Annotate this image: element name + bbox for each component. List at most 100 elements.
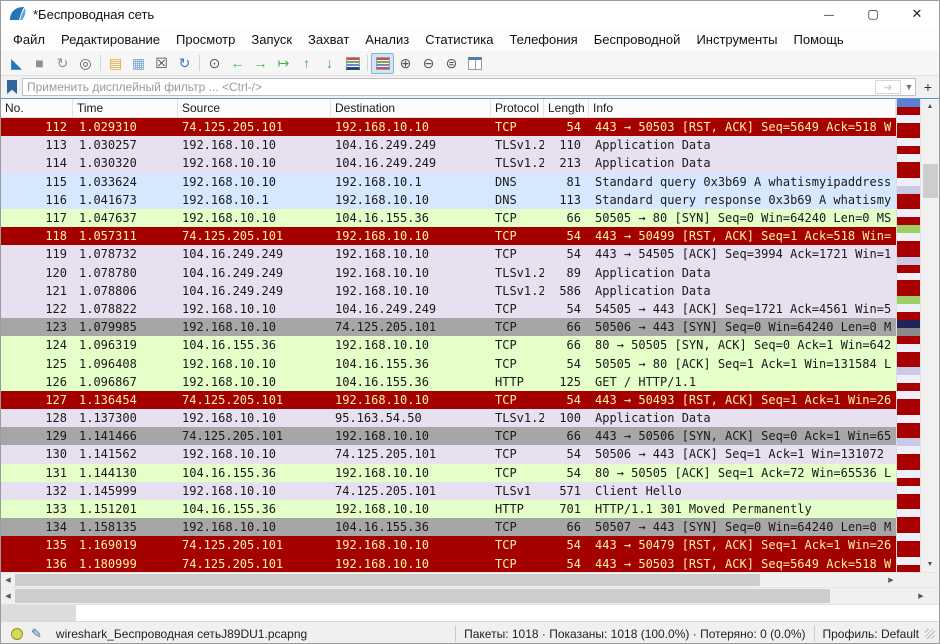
scroll-right-icon[interactable] — [914, 592, 928, 600]
capture-filename: wireshark_Беспроводная сетьJ89DU1.pcapng — [56, 627, 307, 641]
column-header-protocol[interactable]: Protocol — [491, 99, 544, 117]
capture-options-icon[interactable]: ◎ — [74, 53, 97, 74]
column-header-length[interactable]: Length — [544, 99, 589, 117]
profile-label[interactable]: Профиль: Default — [823, 627, 920, 641]
filter-dropdown-button[interactable] — [903, 82, 915, 92]
menu-item[interactable]: Файл — [5, 30, 53, 49]
hscroll-thumb-2[interactable] — [15, 589, 830, 603]
packet-row[interactable]: 1201.078780104.16.249.249192.168.10.10TL… — [1, 264, 896, 282]
close-button[interactable] — [895, 1, 939, 27]
packet-row[interactable]: 1161.041673192.168.10.1192.168.10.10DNS1… — [1, 191, 896, 209]
packet-row[interactable]: 1231.079985192.168.10.1074.125.205.101TC… — [1, 318, 896, 336]
packet-row[interactable]: 1331.151201104.16.155.36192.168.10.10HTT… — [1, 500, 896, 518]
go-first-icon[interactable]: ↑ — [295, 53, 318, 74]
zoom-out-icon[interactable]: ⊖ — [417, 53, 440, 74]
vertical-scroll-thumb[interactable] — [923, 164, 938, 198]
packet-row[interactable]: 1141.030320192.168.10.10104.16.249.249TL… — [1, 154, 896, 172]
packet-row[interactable]: 1131.030257192.168.10.10104.16.249.249TL… — [1, 136, 896, 154]
auto-scroll-icon[interactable] — [341, 53, 364, 74]
hscroll-thumb-1[interactable] — [15, 574, 760, 586]
pane-hscrollbar[interactable] — [1, 588, 928, 604]
zoom-original-icon[interactable]: ⊜ — [440, 53, 463, 74]
menu-item[interactable]: Статистика — [417, 30, 501, 49]
packet-row[interactable]: 1151.033624192.168.10.10192.168.10.1DNS8… — [1, 173, 896, 191]
packet-row[interactable]: 1321.145999192.168.10.1074.125.205.101TL… — [1, 482, 896, 500]
scroll-left-icon[interactable] — [1, 592, 15, 600]
menu-item[interactable]: Редактирование — [53, 30, 168, 49]
restart-capture-icon[interactable]: ↻ — [51, 53, 74, 74]
menu-item[interactable]: Просмотр — [168, 30, 243, 49]
packet-row[interactable]: 1251.096408192.168.10.10104.16.155.36TCP… — [1, 354, 896, 372]
go-forward-icon[interactable]: → — [249, 53, 272, 74]
packet-row[interactable]: 1221.078822192.168.10.10104.16.249.249TC… — [1, 300, 896, 318]
packet-row[interactable]: 1211.078806104.16.249.249192.168.10.10TL… — [1, 282, 896, 300]
packet-row[interactable]: 1351.16901974.125.205.101192.168.10.10TC… — [1, 536, 896, 554]
column-header-destination[interactable]: Destination — [331, 99, 491, 117]
packet-cell: 192.168.10.10 — [178, 211, 331, 225]
resize-grip[interactable] — [925, 629, 935, 639]
save-file-icon[interactable]: ▦ — [127, 53, 150, 74]
close-file-icon[interactable]: ☒ — [150, 53, 173, 74]
go-last-icon[interactable]: ↓ — [318, 53, 341, 74]
filter-bookmark-icon[interactable] — [7, 80, 17, 94]
vertical-scrollbar[interactable] — [920, 99, 939, 572]
scroll-down-icon[interactable] — [921, 557, 939, 572]
packet-row[interactable]: 1191.078732104.16.249.249192.168.10.10TC… — [1, 245, 896, 263]
zoom-in-icon[interactable]: ⊕ — [394, 53, 417, 74]
stop-capture-icon[interactable]: ■ — [28, 53, 51, 74]
start-capture-icon[interactable]: ◣ — [5, 53, 28, 74]
minimize-button[interactable] — [807, 1, 851, 27]
menu-item[interactable]: Захват — [300, 30, 357, 49]
packet-cell: 1.079985 — [73, 320, 178, 334]
add-filter-button[interactable] — [920, 78, 936, 96]
packet-hscrollbar[interactable] — [1, 573, 898, 587]
hscroll-track-2[interactable] — [15, 588, 914, 604]
packet-row[interactable]: 1341.158135192.168.10.10104.16.155.36TCP… — [1, 518, 896, 536]
vertical-scroll-track[interactable] — [921, 114, 939, 557]
packet-row[interactable]: 1291.14146674.125.205.101192.168.10.10TC… — [1, 427, 896, 445]
menu-item[interactable]: Запуск — [243, 30, 300, 49]
packet-row[interactable]: 1261.096867192.168.10.10104.16.155.36HTT… — [1, 373, 896, 391]
packet-cell: 1.078806 — [73, 284, 178, 298]
packet-cell: 132 — [1, 484, 73, 498]
find-packet-icon[interactable]: ⊙ — [203, 53, 226, 74]
maximize-icon — [867, 7, 878, 21]
menu-item[interactable]: Помощь — [786, 30, 852, 49]
scroll-right-icon[interactable] — [884, 576, 898, 584]
menu-item[interactable]: Анализ — [357, 30, 417, 49]
scroll-left-icon[interactable] — [1, 576, 15, 584]
go-back-icon[interactable]: ← — [226, 53, 249, 74]
maximize-button[interactable] — [851, 1, 895, 27]
packet-row[interactable]: 1301.141562192.168.10.1074.125.205.101TC… — [1, 445, 896, 463]
display-filter-input[interactable] — [23, 80, 875, 94]
reload-file-icon[interactable]: ↻ — [173, 53, 196, 74]
packet-row[interactable]: 1241.096319104.16.155.36192.168.10.10TCP… — [1, 336, 896, 354]
scroll-up-icon[interactable] — [921, 99, 939, 114]
expert-info-icon[interactable] — [11, 628, 23, 640]
packet-row[interactable]: 1311.144130104.16.155.36192.168.10.10TCP… — [1, 464, 896, 482]
open-file-icon[interactable]: ▤ — [104, 53, 127, 74]
apply-filter-button[interactable] — [875, 80, 901, 94]
capture-comment-icon[interactable] — [31, 626, 42, 642]
column-header-source[interactable]: Source — [178, 99, 331, 117]
colorize-icon[interactable] — [371, 53, 394, 74]
menu-item[interactable]: Инструменты — [688, 30, 785, 49]
column-header-info[interactable]: Info — [589, 99, 896, 117]
go-to-packet-icon[interactable]: ↦ — [272, 53, 295, 74]
packet-row[interactable]: 1361.18099974.125.205.101192.168.10.10TC… — [1, 555, 896, 573]
menu-item[interactable]: Телефония — [501, 30, 585, 49]
packet-row[interactable]: 1271.13645474.125.205.101192.168.10.10TC… — [1, 391, 896, 409]
menu-item[interactable]: Беспроводной — [586, 30, 689, 49]
menu-bar: ФайлРедактированиеПросмотрЗапускЗахватАн… — [1, 27, 939, 51]
packet-row[interactable]: 1171.047637192.168.10.10104.16.155.36TCP… — [1, 209, 896, 227]
packet-row[interactable]: 1121.02931074.125.205.101192.168.10.10TC… — [1, 118, 896, 136]
packet-minimap[interactable] — [896, 99, 920, 572]
packet-row[interactable]: 1181.05731174.125.205.101192.168.10.10TC… — [1, 227, 896, 245]
packet-row[interactable]: 1281.137300192.168.10.1095.163.54.50TLSv… — [1, 409, 896, 427]
column-header-no[interactable]: No. — [1, 99, 73, 117]
hscroll-track-1[interactable] — [15, 573, 884, 587]
packet-cell: 192.168.10.10 — [178, 320, 331, 334]
resize-columns-icon[interactable] — [463, 53, 486, 74]
column-header-time[interactable]: Time — [73, 99, 178, 117]
apply-filter-icon — [883, 81, 892, 94]
